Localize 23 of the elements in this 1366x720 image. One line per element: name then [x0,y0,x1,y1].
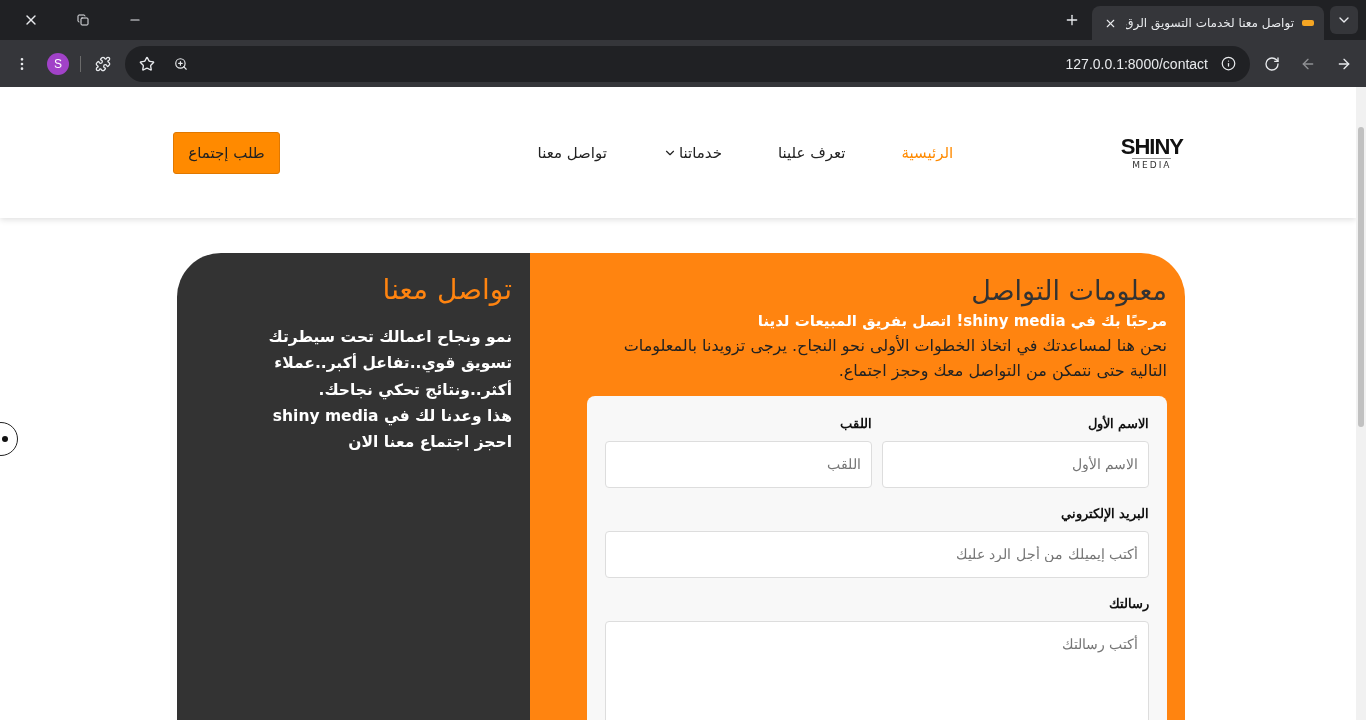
welcome-text: مرحبًا بك في shiny media! اتصل بفريق المبيعات لدينا [756,312,1167,330]
side-title: تواصل معنا [381,273,512,306]
nav-link[interactable]: خدماتنا [662,143,722,162]
message-field[interactable]: أكتب رسالتك [605,620,1149,720]
address-bar[interactable]: 127.0.0.1:8000/contact [1065,55,1208,72]
input-field[interactable]: الاسم الأول [882,440,1149,488]
field-label: رسالتك [1108,595,1149,611]
side-text: احجز اجتماع معنا الان [347,432,512,454]
input-field[interactable]: اللقب [605,440,872,488]
side-text: هذا وعدنا لك في shiny media [271,406,512,428]
meeting-button[interactable]: طلب إجتماع [173,131,280,174]
field-label: الاسم الأول [1087,415,1149,431]
logo[interactable]: SHINY MEDIA [1120,135,1183,170]
side-text: نمو ونجاح اعمالك تحت سيطرتك [267,327,512,348]
nav-link[interactable]: تواصل معنا [537,143,607,162]
favicon-icon [1302,19,1314,27]
tab-menu-icon[interactable] [1330,6,1358,34]
side-text: تسويق قوي..تفاعل أكبر..عملاء أكثر..ونتائج تحكي نجاحك. [273,352,512,402]
section-title: معلومات التواصل [970,275,1167,306]
intro-paragraph: نحن هنا لمساعدتك في اتخاذ الخطوات الأولى نحو النجاح. يرجى تزويدنا بالمعلومات التالية حتى نتمكن من التواصل معك وحجز اجتماع. [622,334,1167,383]
nav-link[interactable]: تعرف علينا [777,143,846,162]
field-label: البريد الإلكتروني [1060,505,1149,521]
field-label: اللقب [839,415,872,431]
